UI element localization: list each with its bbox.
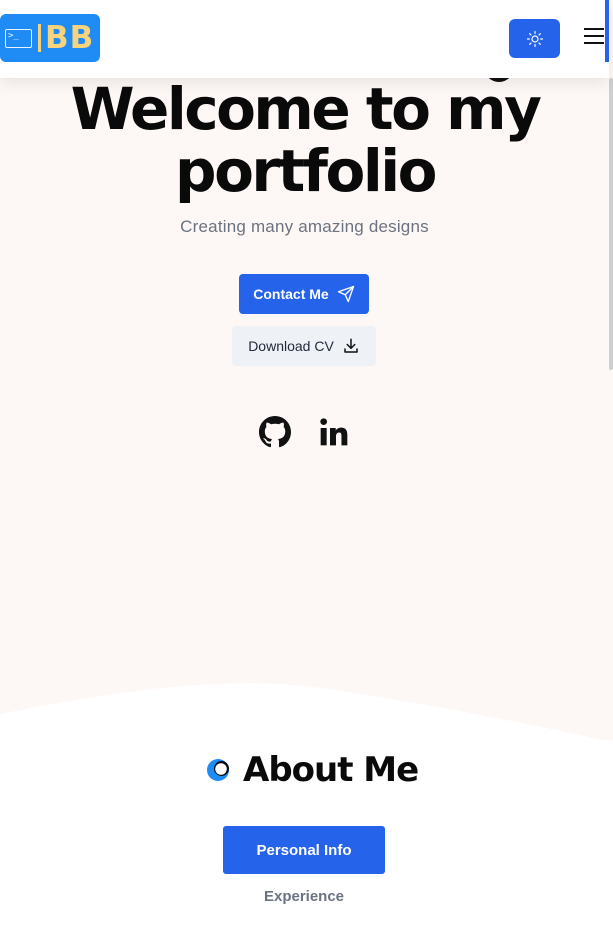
logo-divider (38, 24, 41, 52)
tab-experience-label: Experience (263, 888, 345, 905)
send-icon (337, 285, 354, 303)
tab-experience[interactable]: Experience (223, 888, 385, 910)
site-logo[interactable]: >_ BB (0, 14, 100, 62)
hamburger-line (584, 35, 604, 37)
hero-subtitle: Creating many amazing designs (180, 217, 429, 236)
about-title: About Me (243, 750, 419, 790)
about-bullet-icon (207, 759, 229, 781)
hamburger-menu-icon (584, 28, 604, 30)
hero-title-line2: portfolio (175, 137, 437, 205)
logo-text: BB (45, 20, 95, 56)
linkedin-link[interactable] (316, 414, 352, 450)
github-link[interactable] (257, 414, 293, 450)
terminal-prompt: >_ (8, 31, 19, 41)
terminal-icon: >_ (5, 29, 32, 48)
hamburger-menu-button[interactable] (584, 28, 606, 48)
contact-me-button[interactable]: Contact Me (239, 274, 369, 314)
linkedin-icon (320, 418, 348, 446)
tab-personal-info[interactable]: Personal Info (223, 826, 385, 874)
hamburger-line (584, 42, 604, 44)
download-cv-label: Download CV (248, 338, 334, 354)
sun-icon (526, 30, 543, 47)
site-header: >_ BB (0, 0, 609, 78)
scrollbar-thumb[interactable] (609, 78, 613, 370)
github-icon (259, 416, 291, 448)
hero-title-line1: Welcome to my (70, 75, 542, 143)
hero-title: Welcome to my portfolio (60, 78, 550, 202)
download-cv-button[interactable]: Download CV (232, 326, 376, 366)
edge-accent (605, 0, 609, 62)
tab-personal-info-label: Personal Info (256, 841, 352, 859)
theme-toggle-button[interactable] (509, 19, 560, 58)
download-icon (344, 338, 358, 353)
contact-me-label: Contact Me (253, 286, 329, 302)
